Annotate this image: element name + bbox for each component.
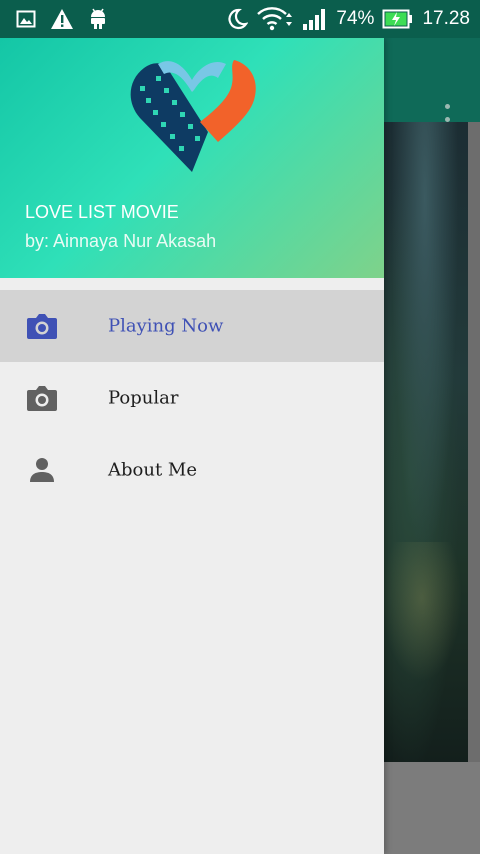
battery-charging-icon <box>382 8 414 30</box>
camera-icon <box>26 382 58 414</box>
battery-percent: 74% <box>336 8 375 29</box>
menu-label-playing-now: Playing Now <box>108 315 224 337</box>
moon-icon <box>224 7 249 31</box>
camera-icon <box>26 310 58 342</box>
wifi-icon <box>256 6 294 32</box>
app-title: LOVE LIST MOVIE <box>25 202 179 222</box>
movie-poster[interactable] <box>372 122 468 762</box>
signal-icon <box>302 7 328 31</box>
background-divider <box>468 122 480 762</box>
app-author: by: Ainnaya Nur Akasah <box>25 231 217 251</box>
navigation-drawer: LOVE LIST MOVIE by: Ainnaya Nur Akasah P… <box>0 38 384 854</box>
drawer-menu: Playing Now Popular About Me <box>0 290 384 506</box>
clock: 17.28 <box>422 8 470 29</box>
heart-film-logo <box>130 60 256 172</box>
status-bar: 74% 17.28 <box>0 0 480 38</box>
menu-label-about-me: About Me <box>108 459 197 481</box>
warning-icon <box>50 8 74 30</box>
image-icon <box>16 9 36 29</box>
menu-item-about-me[interactable]: About Me <box>0 434 384 506</box>
menu-label-popular: Popular <box>108 387 179 409</box>
drawer-header: LOVE LIST MOVIE by: Ainnaya Nur Akasah <box>0 38 384 278</box>
menu-item-popular[interactable]: Popular <box>0 362 384 434</box>
android-icon <box>88 7 108 31</box>
menu-item-playing-now[interactable]: Playing Now <box>0 290 384 362</box>
person-icon <box>26 454 58 486</box>
